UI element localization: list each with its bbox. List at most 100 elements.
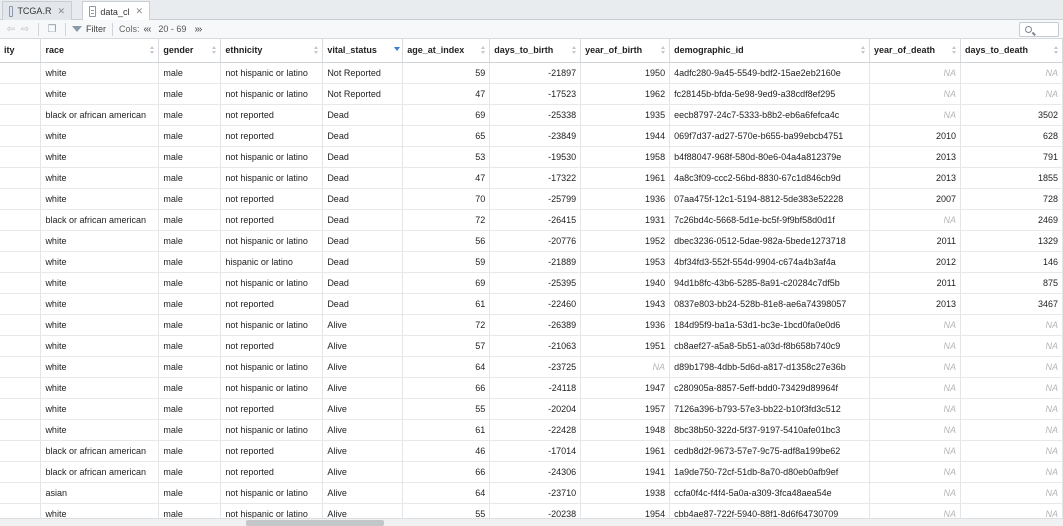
sort-icon[interactable] bbox=[212, 46, 217, 55]
table-cell: 875 bbox=[960, 272, 1063, 294]
table-cell: 184d95f9-ba1a-53d1-bc3e-1bcd0fa0e0d6 bbox=[669, 314, 871, 336]
table-cell: -17322 bbox=[489, 167, 582, 189]
table-cell: 1953 bbox=[580, 251, 671, 273]
column-header-ity[interactable]: ity bbox=[0, 39, 42, 63]
table-cell: 64 bbox=[402, 356, 491, 378]
column-header-days-to-death[interactable]: days_to_death bbox=[960, 39, 1063, 63]
search-input[interactable] bbox=[1019, 22, 1059, 37]
table-cell: 628 bbox=[960, 125, 1063, 147]
close-icon[interactable]: ✕ bbox=[57, 6, 65, 17]
column-header-vital-status[interactable]: vital_status bbox=[322, 39, 404, 63]
table-cell: cb8aef27-a5a8-5b51-a03d-f8b658b740c9 bbox=[669, 335, 871, 357]
table-cell bbox=[0, 251, 42, 273]
horizontal-scrollbar[interactable] bbox=[0, 518, 1063, 526]
table-cell: 2013 bbox=[869, 293, 961, 315]
table-cell bbox=[0, 83, 42, 105]
table-cell: male bbox=[158, 482, 222, 504]
table-cell bbox=[0, 419, 42, 441]
scrollbar-thumb[interactable] bbox=[246, 520, 384, 526]
table-cell bbox=[0, 62, 42, 84]
close-icon[interactable]: ✕ bbox=[135, 6, 143, 17]
table-cell: not reported bbox=[220, 440, 324, 462]
table-cell: 1943 bbox=[580, 293, 671, 315]
table-cell: Dead bbox=[322, 104, 404, 126]
table-cell: not reported bbox=[220, 293, 324, 315]
table-cell: 59 bbox=[402, 62, 491, 84]
table-cell: 47 bbox=[402, 167, 491, 189]
table-cell: 2010 bbox=[869, 125, 961, 147]
table-row: black or african american male not reporte… bbox=[0, 461, 1063, 483]
table-cell: Alive bbox=[322, 335, 404, 357]
table-cell bbox=[0, 188, 42, 210]
sort-icon[interactable] bbox=[951, 46, 957, 55]
table-cell: not reported bbox=[220, 461, 324, 483]
previous-columns-button[interactable]: «‹ bbox=[144, 24, 152, 35]
table-cell: 8bc38b50-322d-5f37-9197-5410afe01bc3 bbox=[669, 419, 871, 441]
sort-icon[interactable] bbox=[481, 46, 486, 55]
table-cell: white bbox=[40, 398, 160, 420]
table-cell: 7126a396-b793-57e3-bb22-b10f3fd3c512 bbox=[669, 398, 871, 420]
table-cell: cbb4ae87-722f-5940-88f1-8d6f64730709 bbox=[669, 503, 871, 518]
table-cell: 4a8c3f09-ccc2-56bd-8830-67c1d846cb9d bbox=[669, 167, 871, 189]
sort-icon[interactable] bbox=[1054, 46, 1059, 55]
sort-icon[interactable] bbox=[661, 46, 666, 55]
table-cell: -26415 bbox=[489, 209, 582, 231]
table-cell: eecb8797-24c7-5333-b8b2-eb6a6fefca4c bbox=[669, 104, 871, 126]
filter-button[interactable]: Filter bbox=[72, 24, 106, 34]
table-cell: not hispanic or latino bbox=[220, 482, 324, 504]
sort-icon[interactable] bbox=[572, 46, 577, 55]
table-cell: male bbox=[158, 293, 222, 315]
table-cell bbox=[0, 377, 42, 399]
table-cell: white bbox=[40, 272, 160, 294]
column-header-gender[interactable]: gender bbox=[158, 39, 222, 63]
column-header-age-at-index[interactable]: age_at_index bbox=[402, 39, 491, 63]
table-cell: Dead bbox=[322, 230, 404, 252]
table-cell: 72 bbox=[402, 314, 491, 336]
table-cell: 94d1b8fc-43b6-5285-8a91-c20284c7df5b bbox=[669, 272, 871, 294]
column-header-demographic-id[interactable]: demographic_id bbox=[669, 39, 871, 63]
table-cell: NA bbox=[869, 62, 961, 84]
table-cell: 4bf34fd3-552f-554d-9904-c674a4b3af4a bbox=[669, 251, 871, 273]
table-cell: 46 bbox=[402, 440, 491, 462]
sort-descending-icon[interactable] bbox=[394, 46, 401, 55]
sort-icon[interactable] bbox=[314, 46, 319, 55]
table-cell: Not Reported bbox=[322, 62, 404, 84]
column-header-label: year_of_death bbox=[874, 45, 936, 56]
next-columns-button[interactable]: ›» bbox=[194, 24, 202, 35]
tab-data-cl[interactable]: data_cl ✕ bbox=[82, 1, 150, 21]
table-cell: not hispanic or latino bbox=[220, 230, 324, 252]
column-header-year-of-death[interactable]: year_of_death bbox=[869, 39, 961, 63]
table-cell: Alive bbox=[322, 419, 404, 441]
table-cell: -25799 bbox=[489, 188, 582, 210]
table-cell: black or african american bbox=[40, 104, 160, 126]
table-cell: 069f7d37-ad27-570e-b655-ba99ebcb4751 bbox=[669, 125, 871, 147]
table-cell: male bbox=[158, 503, 222, 518]
table-cell bbox=[0, 314, 42, 336]
table-cell: -20238 bbox=[489, 503, 582, 518]
table-cell: not hispanic or latino bbox=[220, 272, 324, 294]
popout-icon[interactable]: ❐ bbox=[45, 24, 59, 35]
toolbar-divider bbox=[112, 22, 113, 36]
column-header-ethnicity[interactable]: ethnicity bbox=[220, 39, 324, 63]
table-cell: -21889 bbox=[489, 251, 582, 273]
column-header-race[interactable]: race bbox=[40, 39, 160, 63]
column-header-label: gender bbox=[163, 45, 194, 56]
forward-arrow-icon[interactable]: ⇨ bbox=[18, 24, 32, 35]
sort-icon[interactable] bbox=[150, 46, 155, 55]
column-header-label: days_to_birth bbox=[494, 45, 554, 56]
tab-tcga-r[interactable]: TCGA.R ✕ bbox=[2, 1, 72, 20]
table-cell: white bbox=[40, 356, 160, 378]
table-row: white male not hispanic or latino Not Repor… bbox=[0, 62, 1063, 84]
table-row: asian male not hispanic or latino Alive 64 -2… bbox=[0, 482, 1063, 504]
sort-icon[interactable] bbox=[861, 46, 866, 55]
table-row: white male not hispanic or latino Dead 53 -19… bbox=[0, 146, 1063, 168]
table-cell: NA bbox=[869, 419, 961, 441]
table-cell bbox=[0, 125, 42, 147]
column-header-days-to-birth[interactable]: days_to_birth bbox=[489, 39, 582, 63]
table-cell: NA bbox=[869, 461, 961, 483]
column-header-year-of-birth[interactable]: year_of_birth bbox=[580, 39, 671, 63]
data-viewer-toolbar: ⇦ ⇨ ❐ Filter Cols: «‹ 20 - 69 ›» bbox=[0, 20, 1063, 39]
back-arrow-icon[interactable]: ⇦ bbox=[4, 24, 18, 35]
table-cell: white bbox=[40, 146, 160, 168]
tab-label: TCGA.R bbox=[17, 6, 52, 16]
